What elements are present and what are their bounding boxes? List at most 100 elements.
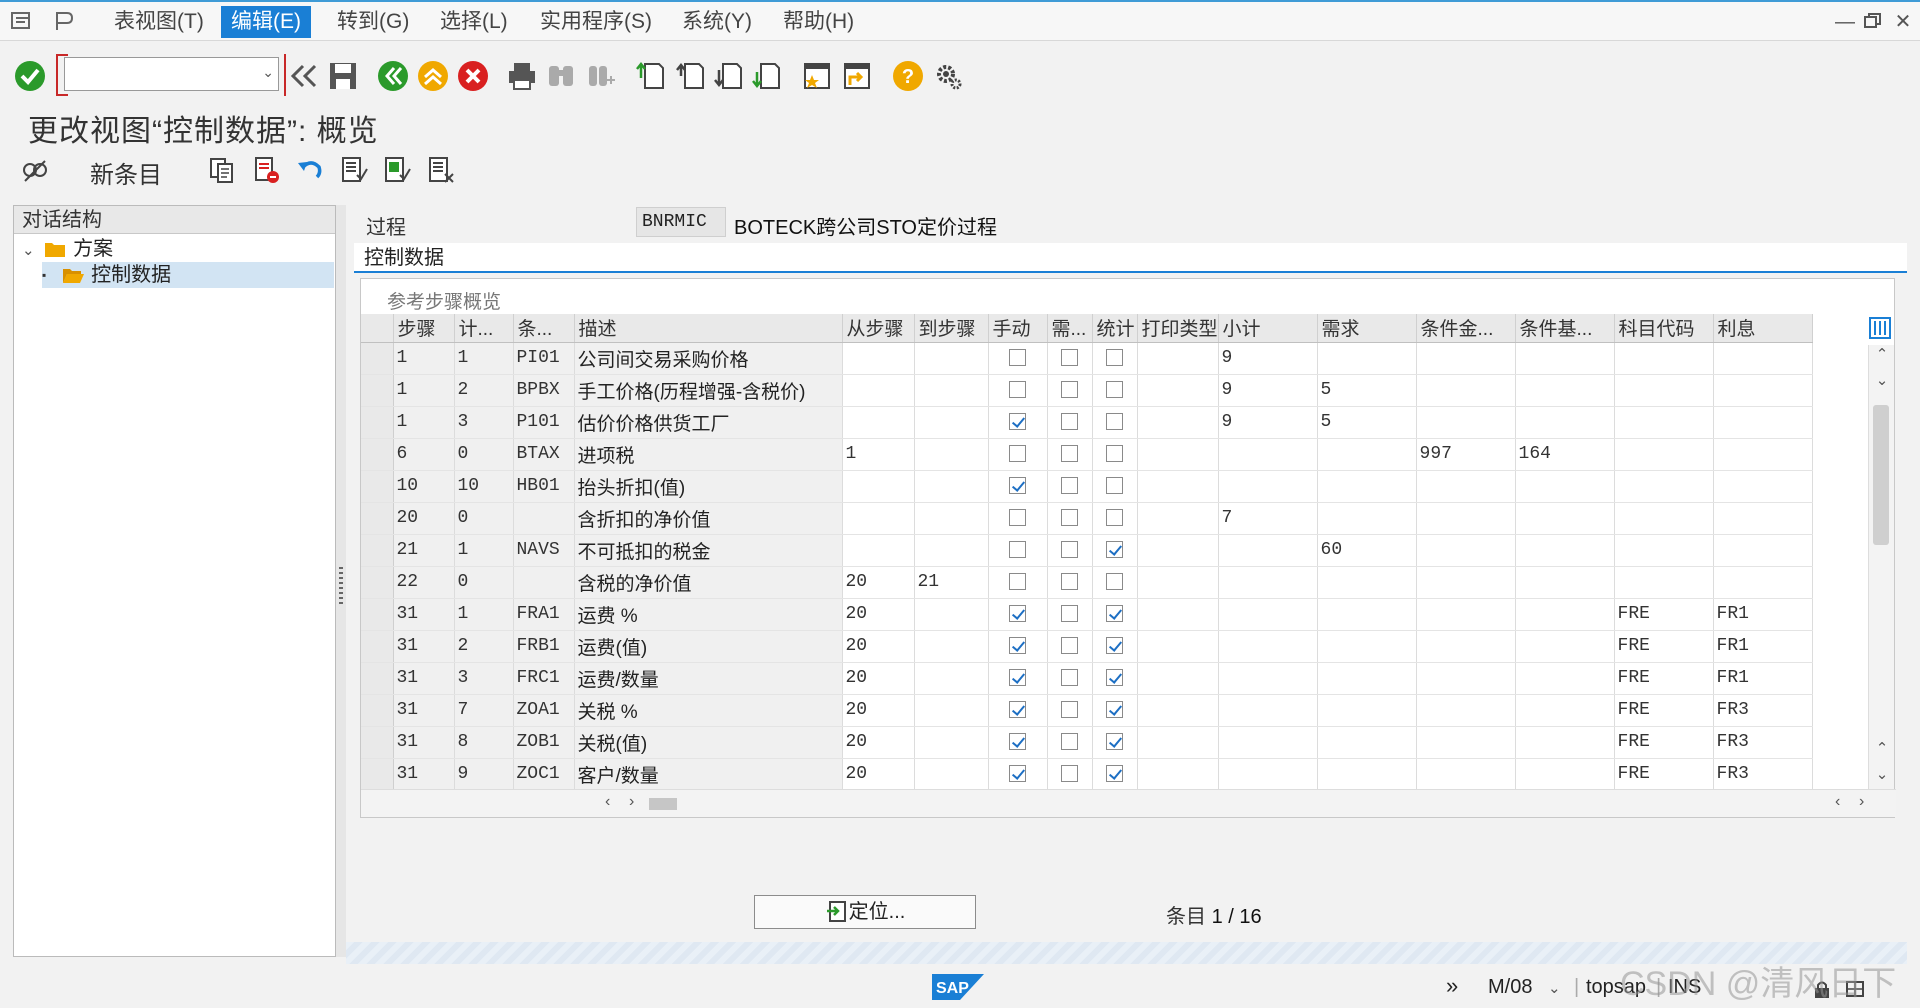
row-alt-base-value[interactable] [1515, 534, 1615, 567]
row-account-key[interactable]: FRE [1614, 598, 1714, 631]
save-icon[interactable] [326, 59, 360, 93]
row-subtotal[interactable] [1218, 534, 1318, 567]
row-accrual-key[interactable]: FR3 [1713, 726, 1813, 759]
row-accrual-key[interactable]: FR1 [1713, 662, 1813, 695]
print-icon[interactable] [505, 59, 539, 93]
row-to-step[interactable] [914, 758, 989, 791]
column-header[interactable]: 描述 [574, 314, 843, 343]
row-alt-calc-type[interactable] [1416, 534, 1516, 567]
row-subtotal[interactable] [1218, 726, 1318, 759]
row-manual-checkbox[interactable] [1009, 733, 1026, 751]
row-selector[interactable] [361, 406, 394, 439]
page-up-icon[interactable]: ⌄ [1869, 371, 1895, 389]
column-header[interactable]: 条... [513, 314, 575, 343]
row-statistical-checkbox[interactable] [1106, 509, 1123, 527]
create-session-icon[interactable] [800, 59, 834, 93]
next-page-icon[interactable] [712, 59, 746, 93]
row-account-key[interactable] [1614, 374, 1714, 407]
row-account-key[interactable] [1614, 406, 1714, 439]
row-alt-base-value[interactable] [1515, 630, 1615, 663]
chevron-down-icon[interactable]: ⌄ [262, 64, 274, 81]
row-from-step[interactable]: 20 [842, 662, 915, 695]
row-alt-calc-type[interactable] [1416, 566, 1516, 599]
row-to-step[interactable] [914, 374, 989, 407]
last-page-icon[interactable] [750, 59, 784, 93]
row-account-key[interactable]: FRE [1614, 694, 1714, 727]
row-from-step[interactable]: 20 [842, 758, 915, 791]
row-alt-calc-type[interactable] [1416, 662, 1516, 695]
row-account-key[interactable] [1614, 502, 1714, 535]
help-icon[interactable]: ? [891, 59, 925, 93]
row-to-step[interactable] [914, 726, 989, 759]
row-required-checkbox[interactable] [1061, 509, 1078, 527]
row-alt-base-value[interactable] [1515, 374, 1615, 407]
row-required-checkbox[interactable] [1061, 445, 1078, 463]
display-change-icon[interactable] [18, 154, 50, 186]
back-icon[interactable] [376, 59, 410, 93]
row-selector[interactable] [361, 598, 394, 631]
row-from-step[interactable]: 20 [842, 694, 915, 727]
select-block-icon[interactable] [381, 154, 413, 186]
row-accrual-key[interactable] [1713, 566, 1813, 599]
row-selector[interactable] [361, 630, 394, 663]
row-print-type[interactable] [1137, 566, 1219, 599]
row-requirement[interactable] [1317, 630, 1417, 663]
row-alt-calc-type[interactable]: 997 [1416, 438, 1516, 471]
row-account-key[interactable]: FRE [1614, 630, 1714, 663]
row-print-type[interactable] [1137, 438, 1219, 471]
command-collapse-icon[interactable] [288, 59, 322, 93]
column-header[interactable]: 利息 [1713, 314, 1813, 343]
row-statistical-checkbox[interactable] [1106, 349, 1123, 367]
row-accrual-key[interactable] [1713, 438, 1813, 471]
row-alt-base-value[interactable]: 164 [1515, 438, 1615, 471]
row-requirement[interactable] [1317, 694, 1417, 727]
row-manual-checkbox[interactable] [1009, 573, 1026, 591]
row-subtotal[interactable] [1218, 566, 1318, 599]
row-alt-base-value[interactable] [1515, 470, 1615, 503]
row-to-step[interactable] [914, 438, 989, 471]
row-selector[interactable] [361, 438, 394, 471]
chevron-down-icon[interactable]: ⌄ [1548, 980, 1561, 997]
splitter-grip-icon[interactable] [339, 567, 343, 607]
row-alt-calc-type[interactable] [1416, 342, 1516, 375]
row-print-type[interactable] [1137, 630, 1219, 663]
find-icon[interactable] [544, 59, 578, 93]
row-accrual-key[interactable]: FR1 [1713, 598, 1813, 631]
row-manual-checkbox[interactable] [1009, 541, 1026, 559]
horizontal-scroll-thumb[interactable] [649, 798, 677, 810]
row-manual-checkbox[interactable] [1009, 605, 1026, 623]
minimize-icon[interactable]: — [1834, 12, 1856, 32]
column-header[interactable]: 小计 [1218, 314, 1318, 343]
row-print-type[interactable] [1137, 342, 1219, 375]
menu-item-selection[interactable]: 选择(L) [430, 6, 518, 38]
row-requirement[interactable] [1317, 470, 1417, 503]
row-manual-checkbox[interactable] [1009, 445, 1026, 463]
first-page-icon[interactable] [634, 59, 668, 93]
row-alt-base-value[interactable] [1515, 726, 1615, 759]
row-accrual-key[interactable] [1713, 470, 1813, 503]
cancel-icon[interactable] [456, 59, 490, 93]
menu-item-table-view[interactable]: 表视图(T) [104, 6, 214, 38]
row-statistical-checkbox[interactable] [1106, 413, 1123, 431]
tree-node-control-data[interactable]: ▪ 控制数据 [42, 262, 334, 288]
row-alt-calc-type[interactable] [1416, 758, 1516, 791]
column-header[interactable]: 步骤 [393, 314, 455, 343]
row-selector[interactable] [361, 694, 394, 727]
row-required-checkbox[interactable] [1061, 765, 1078, 783]
column-header[interactable]: 需... [1047, 314, 1093, 343]
row-alt-calc-type[interactable] [1416, 726, 1516, 759]
row-statistical-checkbox[interactable] [1106, 381, 1123, 399]
command-field[interactable] [64, 57, 279, 91]
row-selector[interactable] [361, 374, 394, 407]
row-alt-calc-type[interactable] [1416, 694, 1516, 727]
row-alt-calc-type[interactable] [1416, 470, 1516, 503]
row-statistical-checkbox[interactable] [1106, 669, 1123, 687]
panel-splitter[interactable] [336, 205, 346, 957]
tree-node-scheme[interactable]: ⌄ 方案 [22, 236, 113, 262]
row-accrual-key[interactable] [1713, 534, 1813, 567]
row-requirement[interactable]: 60 [1317, 534, 1417, 567]
row-print-type[interactable] [1137, 694, 1219, 727]
row-selector[interactable] [361, 662, 394, 695]
row-to-step[interactable] [914, 342, 989, 375]
row-subtotal[interactable] [1218, 598, 1318, 631]
